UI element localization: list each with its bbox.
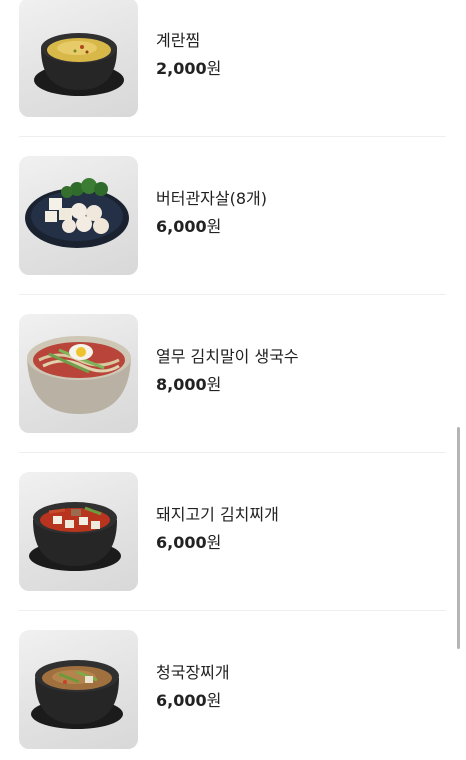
divider: [19, 452, 446, 453]
menu-item-kimchi-stew[interactable]: 돼지고기 김치찌개 6,000원: [19, 472, 446, 592]
scrollbar[interactable]: [457, 427, 460, 649]
menu-item-info: 돼지고기 김치찌개 6,000원: [156, 505, 279, 553]
cold-noodle-dish-icon: [27, 336, 131, 414]
menu-item-butter-scallop[interactable]: 버터관자살(8개) 6,000원: [19, 156, 446, 276]
menu-item-price: 6,000원: [156, 533, 279, 553]
menu-item-image[interactable]: [19, 472, 138, 591]
menu-item-price: 6,000원: [156, 691, 230, 711]
menu-item-info: 청국장찌개 6,000원: [156, 663, 230, 711]
menu-item-info: 열무 김치말이 생국수 8,000원: [156, 347, 299, 395]
menu-item-currency: 원: [206, 59, 222, 78]
menu-item-price-value: 8,000: [156, 375, 207, 394]
menu-item-currency: 원: [206, 533, 222, 552]
menu-item-name: 버터관자살(8개): [156, 189, 267, 208]
divider: [19, 610, 446, 611]
menu-item-price-value: 2,000: [156, 59, 207, 78]
menu-item-price: 6,000원: [156, 217, 267, 237]
menu-item-info: 계란찜 2,000원: [156, 31, 221, 79]
menu-item-cheonggukjang-stew[interactable]: 청국장찌개 6,000원: [19, 630, 446, 750]
menu-item-price-value: 6,000: [156, 533, 207, 552]
steamed-egg-dish-icon: [34, 33, 124, 96]
menu-item-image[interactable]: [19, 156, 138, 275]
menu-item-price-value: 6,000: [156, 691, 207, 710]
menu-item-currency: 원: [206, 691, 222, 710]
menu-item-name: 계란찜: [156, 31, 201, 50]
menu-item-price-value: 6,000: [156, 217, 207, 236]
menu-item-currency: 원: [206, 375, 222, 394]
menu-item-info: 버터관자살(8개) 6,000원: [156, 189, 267, 237]
menu-item-price: 8,000원: [156, 375, 299, 395]
menu-item-name: 청국장찌개: [156, 663, 230, 682]
menu-item-name: 열무 김치말이 생국수: [156, 347, 299, 366]
cheonggukjang-stew-dish-icon: [31, 660, 123, 729]
menu-item-cold-noodle[interactable]: 열무 김치말이 생국수 8,000원: [19, 314, 446, 434]
menu-item-name: 돼지고기 김치찌개: [156, 505, 279, 524]
menu-item-currency: 원: [206, 217, 222, 236]
divider: [19, 136, 446, 137]
menu-item-steamed-egg[interactable]: 계란찜 2,000원: [19, 0, 446, 118]
menu-item-image[interactable]: [19, 314, 138, 433]
menu-item-price: 2,000원: [156, 59, 221, 79]
butter-scallop-dish-icon: [25, 178, 129, 248]
menu-item-image[interactable]: [19, 0, 138, 117]
divider: [19, 294, 446, 295]
kimchi-stew-dish-icon: [29, 502, 121, 571]
menu-item-image[interactable]: [19, 630, 138, 749]
